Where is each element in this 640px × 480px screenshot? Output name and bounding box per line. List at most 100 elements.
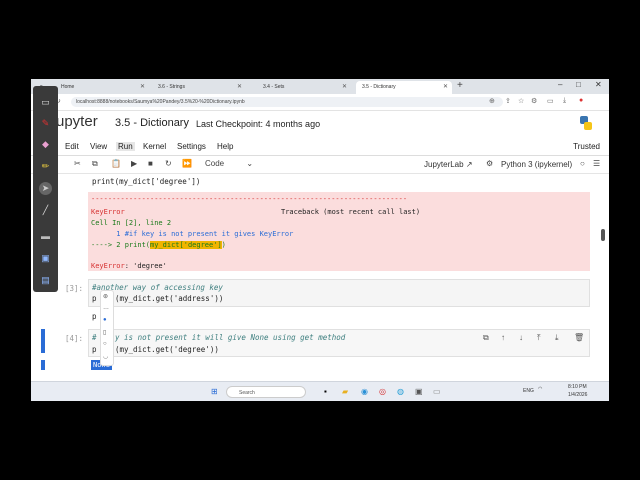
menu-bar: Edit View Run Kernel Settings Help Trust… bbox=[31, 139, 609, 156]
tab-label: 3.4 - Sets bbox=[263, 84, 285, 90]
error-final-msg: : 'degree' bbox=[124, 262, 167, 270]
tab-label: Home bbox=[61, 84, 75, 90]
close-popup-icon[interactable]: ◡ bbox=[103, 353, 108, 360]
cell-prompt: [3]: bbox=[65, 284, 84, 293]
restart-icon[interactable]: ↻ bbox=[165, 159, 172, 168]
menu-view[interactable]: View bbox=[90, 142, 107, 151]
clock-date[interactable]: 1/4/2026 bbox=[568, 392, 587, 398]
star-icon[interactable]: ☆ bbox=[518, 97, 524, 105]
move-down-icon[interactable]: ↓ bbox=[519, 333, 523, 342]
highlighter-icon[interactable]: ✏ bbox=[39, 160, 52, 173]
brush-icon[interactable]: ╱ bbox=[39, 204, 52, 217]
move-up-icon[interactable]: ↑ bbox=[501, 333, 505, 342]
pen-popup: ⊛ … ● ▯ ○ ◡ bbox=[100, 290, 114, 366]
browser-tab-bar: ▾ Home✕ 3.6 - Strings✕ 3.4 - Sets✕ 3.5 -… bbox=[31, 79, 609, 94]
tab-sets[interactable]: 3.4 - Sets ✕ bbox=[257, 81, 351, 94]
edge-icon[interactable]: ◉ bbox=[361, 387, 368, 396]
traceback-line2: ----> 2 print(my_dict['degree']) bbox=[91, 241, 226, 249]
cell4-code: (my_dict.get('degree')) bbox=[115, 345, 219, 354]
cell3-output: p bbox=[92, 312, 97, 321]
insert-above-icon[interactable]: ⤒ bbox=[537, 333, 541, 343]
close-icon[interactable]: ✕ bbox=[237, 81, 242, 94]
kernel-status-icon: ⚙ bbox=[486, 159, 494, 168]
close-icon[interactable]: ✕ bbox=[342, 81, 347, 94]
kernel-name[interactable]: Python 3 (ipykernel) bbox=[501, 160, 572, 169]
color-icon[interactable]: ● bbox=[103, 317, 107, 323]
menu-edit[interactable]: Edit bbox=[65, 142, 79, 151]
whiteboard-icon[interactable]: ▭ bbox=[39, 96, 52, 109]
clock-time[interactable]: 8:10 PM bbox=[568, 384, 587, 390]
cell4-comment-prefix: # bbox=[92, 333, 97, 342]
menu-kernel[interactable]: Kernel bbox=[143, 142, 166, 151]
duplicate-cell-icon[interactable]: ⧉ bbox=[483, 333, 489, 343]
redo-icon[interactable]: ○ bbox=[103, 341, 107, 347]
traceback-arrow: ----> 2 print( bbox=[91, 241, 151, 249]
minimize-icon[interactable]: – bbox=[558, 80, 562, 89]
wifi-icon[interactable]: ◠ bbox=[538, 386, 542, 392]
pointer-icon[interactable]: ➤ bbox=[39, 182, 52, 195]
menu-settings[interactable]: Settings bbox=[177, 142, 206, 151]
taskview-icon[interactable]: ▪ bbox=[324, 387, 327, 396]
language-indicator[interactable]: ENG bbox=[523, 388, 534, 394]
zoom-icon[interactable]: ⊕ bbox=[489, 97, 495, 105]
tab-dictionary[interactable]: 3.5 - Dictionary ✕ bbox=[356, 81, 452, 94]
sidebar-icon[interactable]: ▭ bbox=[547, 97, 554, 105]
close-window-icon[interactable]: ✕ bbox=[595, 80, 602, 89]
more-icon[interactable]: … bbox=[103, 305, 109, 311]
extensions-icon[interactable]: ⚙ bbox=[531, 97, 537, 105]
chevron-down-icon: ⌄ bbox=[246, 159, 254, 168]
app-icon[interactable]: ▭ bbox=[433, 387, 441, 396]
pin-icon[interactable]: ⊛ bbox=[103, 293, 108, 300]
cell-prompt: [4]: bbox=[65, 334, 84, 343]
python-logo-icon bbox=[580, 116, 592, 130]
code-line-print-degree[interactable]: print(my_dict['degree']) bbox=[92, 177, 200, 186]
chrome-icon[interactable]: ◎ bbox=[379, 387, 386, 396]
menu-run[interactable]: Run bbox=[116, 142, 135, 151]
pen-icon[interactable]: ✎ bbox=[39, 117, 52, 130]
cell-type-label: Code bbox=[205, 159, 225, 168]
scrollbar-thumb[interactable] bbox=[601, 229, 605, 241]
notebook-title[interactable]: 3.5 - Dictionary bbox=[115, 117, 189, 129]
close-icon[interactable]: ✕ bbox=[140, 81, 145, 94]
jupyter-logo[interactable]: upyter bbox=[56, 113, 98, 130]
capture-icon[interactable]: ▤ bbox=[39, 274, 52, 287]
paste-icon[interactable]: 📋 bbox=[111, 159, 121, 168]
tab-label: 3.6 - Strings bbox=[158, 84, 185, 90]
cut-icon[interactable]: ✂ bbox=[74, 159, 81, 168]
url-field[interactable]: localhost:8888/notebooks/Saumya%20Pandey… bbox=[71, 97, 503, 107]
delete-cell-icon[interactable]: 🗑 bbox=[574, 333, 584, 342]
screen-icon[interactable]: ▣ bbox=[39, 252, 52, 265]
maximize-icon[interactable]: □ bbox=[576, 80, 581, 89]
address-row: ↻ localhost:8888/notebooks/Saumya%20Pand… bbox=[31, 94, 609, 111]
cell-type-select[interactable]: Code ⌄ bbox=[205, 159, 253, 168]
cell4-code-prefix: p bbox=[92, 345, 97, 354]
restart-run-all-icon[interactable]: ⏩ bbox=[182, 159, 192, 168]
tab-strings[interactable]: 3.6 - Strings ✕ bbox=[152, 81, 246, 94]
new-tab-button[interactable]: + bbox=[457, 80, 463, 91]
undo-icon[interactable]: ▯ bbox=[103, 329, 106, 336]
download-icon[interactable]: ⤓ bbox=[563, 97, 566, 105]
terminal-icon[interactable]: ▣ bbox=[415, 387, 423, 396]
settings-icon[interactable]: ☰ bbox=[593, 159, 600, 168]
eraser-icon[interactable]: ◆ bbox=[39, 138, 52, 151]
taskbar-search[interactable]: Search bbox=[226, 386, 306, 398]
trusted-indicator[interactable]: Trusted bbox=[573, 142, 600, 151]
insert-below-icon[interactable]: ⤓ bbox=[555, 333, 559, 343]
menu-help[interactable]: Help bbox=[217, 142, 233, 151]
jupyterlab-link[interactable]: JupyterLab ↗ bbox=[424, 160, 473, 169]
windows-start-icon[interactable]: ⊞ bbox=[211, 387, 218, 396]
error-message: KeyError: 'degree' bbox=[91, 262, 167, 270]
annotation-toolbar: ▭ ✎ ◆ ✏ ➤ ╱ ▬ ▣ ▤ bbox=[33, 86, 58, 292]
screen: ▾ Home✕ 3.6 - Strings✕ 3.4 - Sets✕ 3.5 -… bbox=[31, 79, 609, 401]
profile-icon[interactable]: ● bbox=[579, 97, 583, 104]
run-icon[interactable]: ▶ bbox=[131, 159, 137, 168]
keyboard-icon[interactable]: ▬ bbox=[39, 230, 52, 243]
copy-icon[interactable]: ⧉ bbox=[92, 159, 98, 169]
store-icon[interactable]: ◍ bbox=[397, 387, 404, 396]
traceback-line1: 1 #if key is not present it gives KeyErr… bbox=[91, 230, 294, 238]
share-icon[interactable]: ⇪ bbox=[505, 97, 511, 105]
close-icon[interactable]: ✕ bbox=[443, 81, 448, 94]
file-explorer-icon[interactable]: ▰ bbox=[342, 387, 348, 396]
stop-icon[interactable]: ■ bbox=[148, 159, 153, 168]
tab-home[interactable]: Home ✕ bbox=[55, 81, 149, 94]
